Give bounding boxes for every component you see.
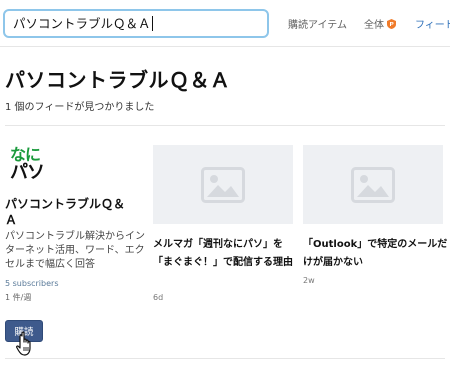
tab-feeds-label: フィード	[415, 20, 450, 31]
card-title[interactable]: メルマガ「週刊なにパソ」を「まぐまぐ！」で配信する理由	[153, 236, 298, 272]
top-bar: パソコントラブルＱ＆Ａ 購読アイテム 全体 フィード	[0, 0, 450, 47]
card-timestamp: 2w	[303, 276, 315, 285]
image-placeholder-icon	[351, 166, 395, 203]
tab-subscribed-items-label: 購読アイテム	[288, 20, 347, 31]
divider	[5, 358, 445, 359]
tab-all[interactable]: 全体	[364, 16, 396, 31]
feed-logo-line2: パソ	[10, 162, 45, 183]
card-thumbnail[interactable]	[153, 145, 293, 224]
pro-badge-icon	[387, 18, 396, 29]
card-thumbnail[interactable]	[303, 145, 443, 224]
feed-logo[interactable]: なに パソ	[10, 146, 46, 186]
feed-name[interactable]: パソコントラブルＱ＆Ａ	[5, 196, 135, 228]
result-count: 1 個のフィードが見つかりました	[5, 102, 155, 113]
search-input[interactable]: パソコントラブルＱ＆Ａ	[3, 9, 269, 38]
hand-cursor-icon	[16, 331, 31, 356]
image-placeholder-icon	[201, 166, 245, 203]
text-caret	[151, 16, 153, 31]
card-timestamp: 6d	[153, 293, 164, 302]
tab-subscribed-items[interactable]: 購読アイテム	[288, 16, 347, 31]
divider	[5, 125, 445, 126]
search-input-value: パソコントラブルＱ＆Ａ	[13, 16, 151, 31]
feed-subscribers: 5 subscribers	[5, 279, 59, 288]
card-title[interactable]: 「Outlook」で特定のメールだけが届かない	[303, 236, 448, 272]
feed-description: パソコントラブル解決からインターネット活用、ワード、エクセルまで幅広く回答	[5, 231, 145, 270]
tab-feeds[interactable]: フィード	[415, 16, 450, 31]
feed-frequency: 1 件/週	[5, 293, 32, 302]
tab-all-label: 全体	[364, 20, 384, 31]
page-title: パソコントラブルＱ＆Ａ	[5, 68, 231, 92]
